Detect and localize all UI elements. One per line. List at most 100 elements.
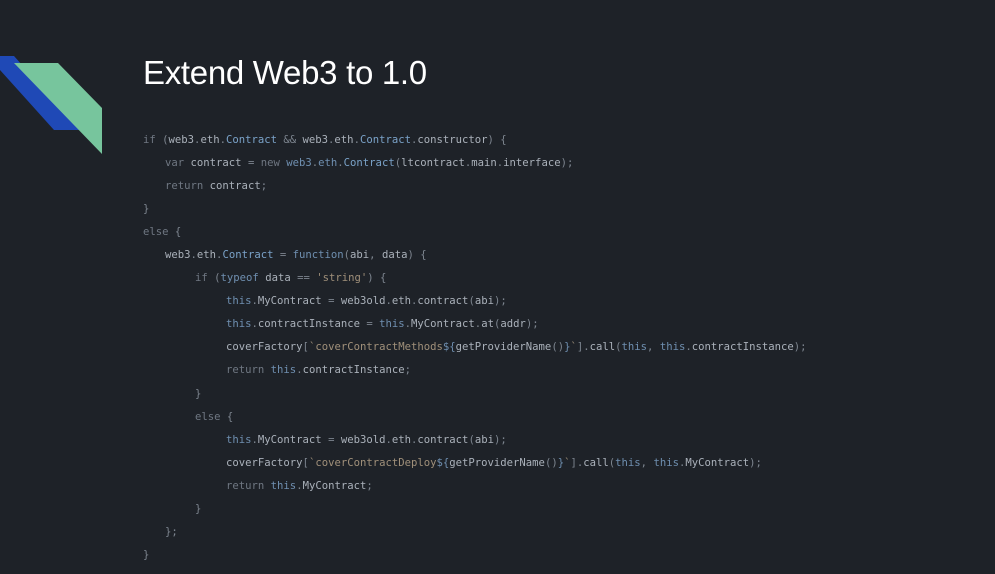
code-token: abi	[350, 249, 370, 262]
code-token: ()	[551, 341, 565, 354]
code-token: }	[143, 203, 150, 216]
code-token: ].	[570, 456, 584, 469]
code-token: Contract	[225, 134, 277, 146]
code-token: else	[143, 226, 169, 239]
code-token: =	[273, 249, 293, 262]
code-token: ,	[369, 249, 382, 262]
code-token: ;	[260, 180, 268, 193]
code-token: abi	[474, 433, 494, 446]
code-token: ) {	[487, 134, 507, 146]
code-token: this	[270, 479, 297, 492]
code-token: {	[220, 410, 234, 423]
code-token: web3	[165, 249, 191, 262]
code-token: if	[143, 134, 156, 146]
code-token: eth	[391, 433, 412, 446]
code-token: contract	[209, 180, 261, 193]
code-token: contractInstance	[691, 341, 794, 354]
code-token: interface	[503, 157, 561, 170]
code-token: addr	[500, 318, 526, 331]
code-line: }	[143, 498, 807, 521]
code-token: web3old	[340, 295, 386, 308]
code-token: data	[381, 249, 408, 262]
code-line: coverFactory[`coverContractDeploy${getPr…	[143, 452, 807, 475]
code-token: MyContract	[302, 479, 367, 492]
code-token: 'string'	[316, 272, 368, 285]
code-token: ltcontract	[401, 157, 465, 170]
code-token: return	[226, 479, 265, 492]
code-token: this	[659, 341, 686, 354]
code-token: }	[143, 548, 150, 561]
code-token: abi	[474, 295, 494, 308]
code-token: ()	[544, 456, 558, 469]
code-line: if (web3.eth.Contract && web3.eth.Contra…	[143, 129, 807, 152]
code-token: this	[270, 364, 297, 377]
code-token: MyContract	[685, 456, 750, 469]
code-token: MyContract	[257, 295, 322, 308]
code-token: this	[226, 433, 252, 446]
code-token: constructor	[417, 134, 488, 146]
code-token: else	[195, 410, 221, 423]
code-token: =	[321, 433, 341, 446]
code-token: data	[265, 272, 291, 285]
code-line: else {	[143, 406, 807, 429]
code-token: MyContract	[411, 318, 475, 331]
code-line: return this.MyContract;	[143, 475, 807, 498]
code-token: ,	[647, 341, 660, 354]
code-token: MyContract	[257, 433, 322, 446]
code-token: =	[359, 318, 380, 331]
code-block: if (web3.eth.Contract && web3.eth.Contra…	[143, 129, 807, 567]
code-token: coverFactory	[226, 456, 303, 469]
code-token: );	[493, 433, 507, 446]
code-token: ;	[366, 479, 373, 492]
code-token: eth	[318, 157, 338, 170]
code-token: contractInstance	[302, 364, 405, 377]
code-token: var	[165, 157, 185, 170]
code-token: ${	[442, 341, 456, 354]
code-token: `coverContractMethods	[308, 341, 443, 354]
code-line: }	[143, 198, 807, 221]
code-token: );	[560, 157, 574, 170]
code-line: }	[143, 544, 807, 567]
code-token: web3	[286, 157, 312, 170]
code-token: return	[226, 364, 265, 377]
code-token: this	[226, 318, 252, 331]
code-token: eth	[196, 249, 217, 262]
code-token: ==	[290, 272, 317, 285]
code-token: this	[615, 456, 641, 469]
code-token: at	[481, 318, 494, 331]
code-line: this.MyContract = web3old.eth.contract(a…	[143, 290, 807, 313]
code-token: this	[379, 318, 405, 331]
code-line: else {	[143, 221, 807, 244]
code-token: if	[195, 272, 208, 285]
code-token: eth	[391, 295, 412, 308]
code-token: eth	[200, 134, 220, 146]
code-token: getProviderName	[449, 456, 545, 469]
code-line: return contract;	[143, 175, 807, 198]
code-token: call	[583, 456, 609, 469]
code-token: web3old	[340, 433, 386, 446]
code-token: this	[621, 341, 648, 354]
code-token: ) {	[407, 249, 427, 262]
code-token: Contract	[343, 157, 395, 170]
code-token: (	[155, 134, 169, 146]
code-token: eth	[334, 134, 354, 146]
code-token: &&	[277, 134, 303, 146]
code-token: Contract	[359, 134, 411, 146]
code-token: Contract	[222, 249, 274, 262]
code-line: return this.contractInstance;	[143, 359, 807, 382]
code-token: );	[749, 456, 762, 469]
code-token: return	[165, 180, 204, 193]
code-token: );	[525, 318, 539, 331]
code-token: web3	[302, 134, 329, 146]
code-token: {	[168, 226, 182, 239]
code-token: }	[195, 387, 202, 400]
code-line: };	[143, 521, 807, 544]
code-line: var contract = new web3.eth.Contract(ltc…	[143, 152, 807, 175]
code-token: main	[471, 157, 497, 170]
code-token: (	[207, 272, 221, 285]
code-token: this	[226, 295, 252, 308]
code-token: new	[260, 157, 280, 170]
code-token: );	[493, 295, 507, 308]
code-token: this	[653, 456, 679, 469]
code-token: contract	[417, 433, 469, 446]
